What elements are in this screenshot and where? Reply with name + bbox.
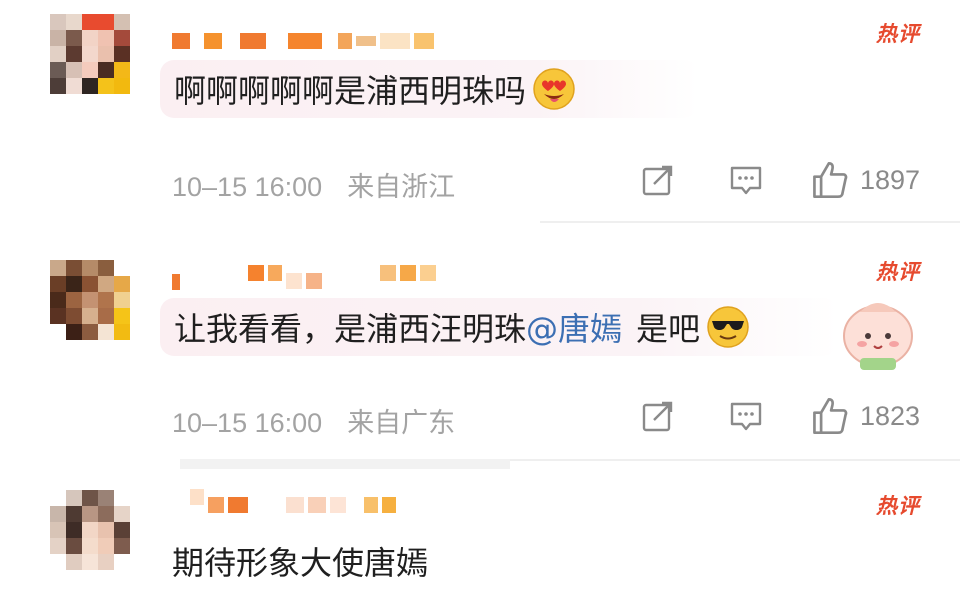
like-icon[interactable]	[810, 396, 850, 436]
heart-eyes-emoji	[533, 68, 575, 110]
username-blurred[interactable]	[172, 489, 396, 516]
comment-text-part: 是吧	[636, 310, 701, 348]
comment-item: 热评 让我看看，是浦西汪明珠@唐嫣 是吧 10–15 16:00 来自广东 18…	[0, 236, 960, 456]
reply-icon[interactable]	[728, 162, 764, 198]
comment-meta: 10–15 16:00 来自浙江	[172, 165, 455, 204]
hot-comment-badge: 热评	[876, 260, 920, 284]
like-count: 1823	[860, 400, 921, 431]
divider	[180, 459, 510, 469]
comment-actions: 1897	[640, 160, 930, 200]
hot-comment-badge: 热评	[876, 22, 920, 46]
sunglasses-emoji	[707, 306, 749, 348]
share-icon[interactable]	[640, 398, 676, 434]
comment-actions: 1823	[640, 396, 930, 436]
comment-location: 来自广东	[347, 408, 456, 438]
divider	[540, 221, 960, 223]
comment-location: 来自浙江	[347, 172, 456, 202]
comment-meta: 10–15 16:00 来自广东	[172, 401, 455, 440]
avatar[interactable]	[50, 490, 146, 586]
share-icon[interactable]	[640, 162, 676, 198]
avatar[interactable]	[50, 14, 146, 110]
username-blurred[interactable]	[172, 30, 434, 52]
like-count: 1897	[860, 164, 921, 195]
comment-text: 让我看看，是浦西汪明珠@唐嫣 是吧	[174, 304, 700, 350]
username-blurred[interactable]	[172, 262, 436, 290]
like-icon[interactable]	[810, 160, 850, 200]
comment-text: 啊啊啊啊啊是浦西明珠吗	[174, 72, 527, 110]
comment-time: 10–15 16:00	[172, 408, 323, 438]
comment-text-part: 让我看看，是浦西汪明珠	[174, 310, 527, 348]
comment-time: 10–15 16:00	[172, 172, 323, 202]
comment-text: 期待形象大使唐嫣	[172, 544, 429, 582]
reply-icon[interactable]	[728, 398, 764, 434]
comment-bubble: 让我看看，是浦西汪明珠@唐嫣 是吧	[160, 298, 838, 356]
divider	[510, 459, 960, 461]
comment-item: 热评 期待形象大使唐嫣	[0, 470, 960, 589]
comment-bubble: 啊啊啊啊啊是浦西明珠吗	[160, 60, 698, 118]
sticker-image	[843, 303, 913, 370]
hot-comment-badge: 热评	[876, 494, 920, 518]
mention-link[interactable]: @唐嫣	[526, 310, 622, 348]
comment-item: 热评 啊啊啊啊啊是浦西明珠吗 10–15 16:00 来自浙江 1897	[0, 0, 960, 220]
avatar[interactable]	[50, 260, 146, 356]
